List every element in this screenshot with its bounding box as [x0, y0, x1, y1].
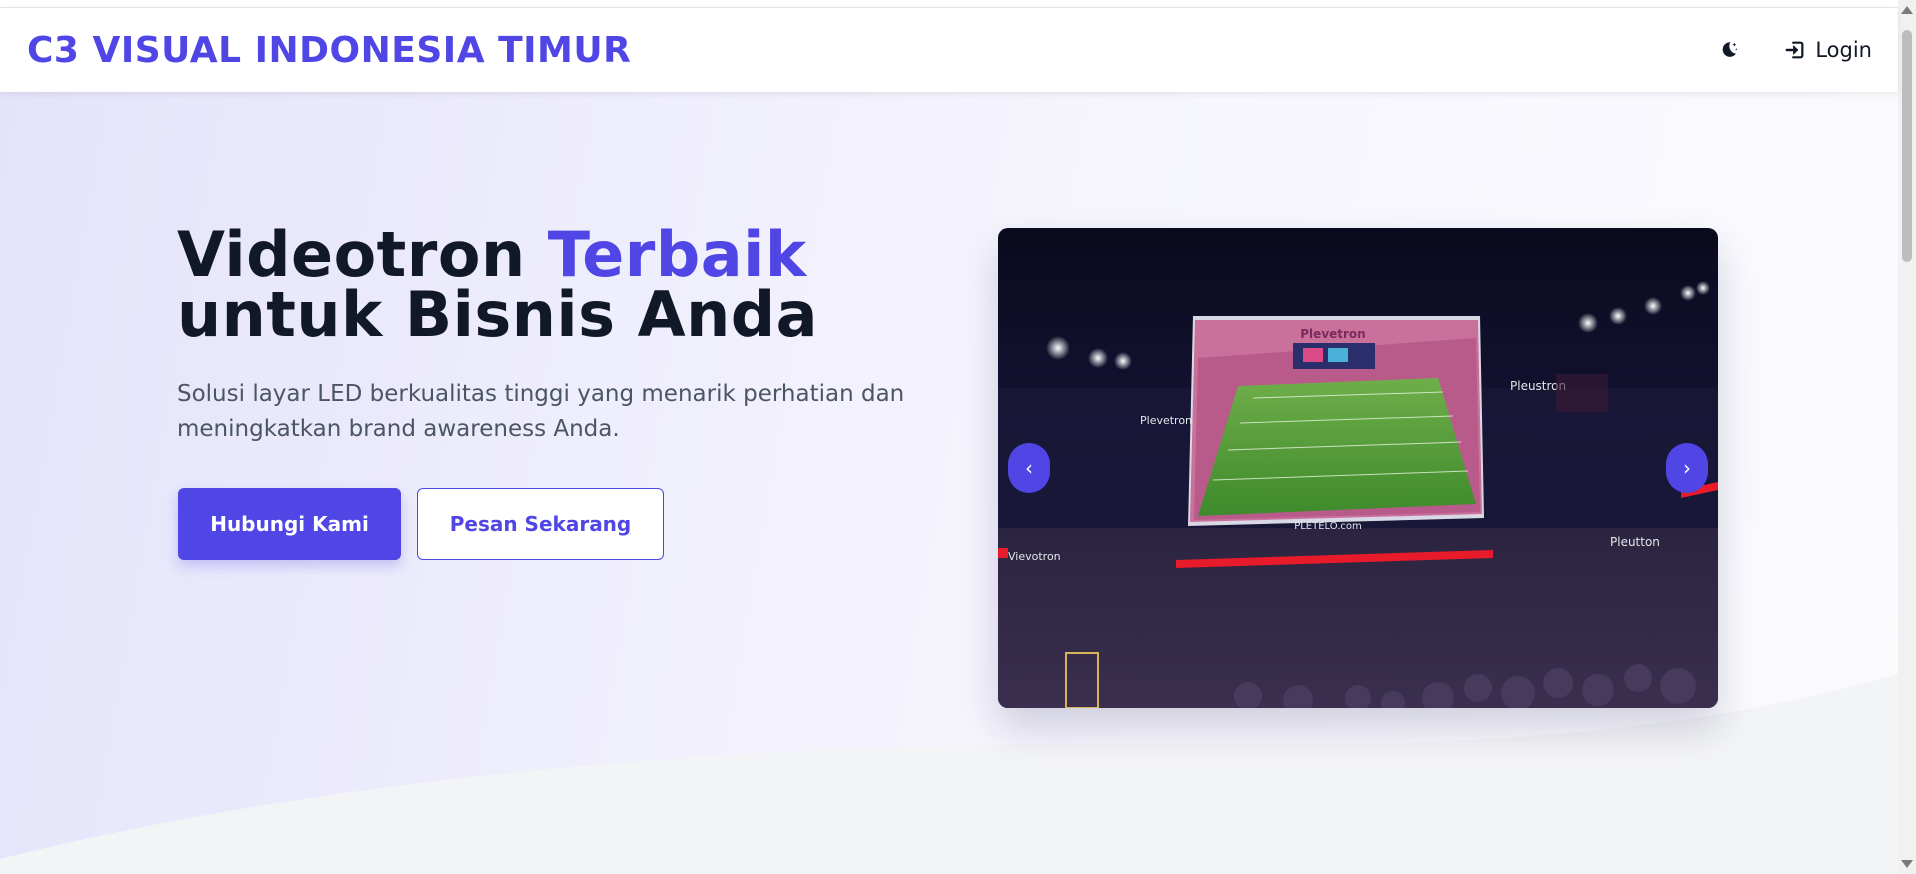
- chevron-left-icon: ‹: [1025, 456, 1033, 480]
- sign-left: Plevetron: [1140, 414, 1192, 427]
- screen-brand-label: Plevetron: [1300, 327, 1365, 341]
- navbar: C3 VISUAL INDONESIA TIMUR Login: [0, 8, 1898, 92]
- scroll-down-arrow[interactable]: [1901, 860, 1913, 868]
- hero-title: Videotron Terbaik untuk Bisnis Anda: [177, 224, 818, 346]
- hero-subtitle: Solusi layar LED berkualitas tinggi yang…: [177, 381, 905, 442]
- sign-in-icon: [1785, 41, 1804, 59]
- stadium-videotron-image: Plevetron PLETELO.com Plevetron Pleustro…: [998, 228, 1718, 708]
- moon-stars-icon: [1722, 42, 1738, 57]
- screen-url-label: PLETELO.com: [1294, 521, 1362, 532]
- browser-top-edge: [0, 0, 1898, 8]
- login-label: Login: [1815, 38, 1872, 62]
- navbar-actions: Login: [1714, 36, 1872, 64]
- sign-right-low: Pleutton: [1610, 535, 1660, 549]
- scrollbar-thumb[interactable]: [1902, 30, 1912, 262]
- page-scrollbar[interactable]: [1898, 0, 1916, 874]
- carousel-prev-button[interactable]: ‹: [1008, 443, 1050, 493]
- chevron-right-icon: ›: [1683, 456, 1691, 480]
- hero-title-line2: untuk Bisnis Anda: [177, 278, 819, 351]
- scroll-up-arrow[interactable]: [1901, 6, 1913, 14]
- login-button[interactable]: Login: [1784, 38, 1872, 62]
- theme-toggle-button[interactable]: [1714, 36, 1742, 64]
- hero-carousel: Plevetron PLETELO.com Plevetron Pleustro…: [998, 228, 1718, 708]
- contact-us-button[interactable]: Hubungi Kami: [178, 488, 401, 560]
- brand-logo[interactable]: C3 VISUAL INDONESIA TIMUR: [27, 30, 631, 71]
- carousel-next-button[interactable]: ›: [1666, 443, 1708, 493]
- hero-section: Videotron Terbaik untuk Bisnis Anda Solu…: [0, 92, 1898, 874]
- sign-left-low: Vievotron: [1008, 550, 1061, 563]
- order-now-button[interactable]: Pesan Sekarang: [417, 488, 664, 560]
